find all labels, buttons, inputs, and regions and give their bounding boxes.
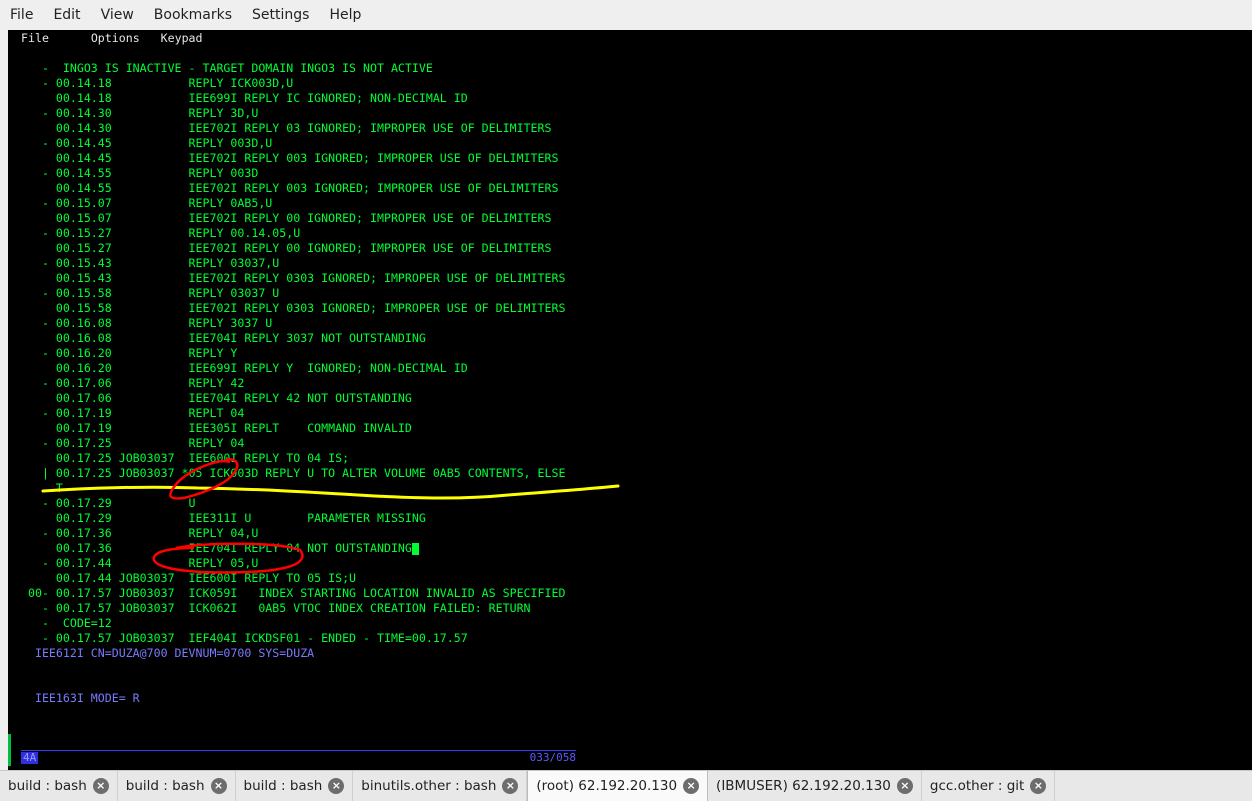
terminal-menu-file[interactable]: File: [21, 31, 49, 45]
terminal-line: - 00.17.29 U: [21, 496, 196, 510]
terminal-line: - 00.17.36 REPLY 04,U: [21, 526, 259, 540]
terminal-line: - 00.17.57 JOB03037 ICK062I 0AB5 VTOC IN…: [21, 601, 531, 615]
terminal-line: - INGO3 IS INACTIVE - TARGET DOMAIN INGO…: [21, 61, 433, 75]
terminal-line: - 00.14.45 REPLY 003D,U: [21, 136, 273, 150]
terminal-line: - 00.14.30 REPLY 3D,U: [21, 106, 259, 120]
close-tab-icon[interactable]: ×: [1030, 778, 1047, 794]
tab-label: build : bash: [125, 778, 205, 794]
terminal-tab[interactable]: binutils.other : bash ×: [353, 771, 528, 801]
menu-edit[interactable]: Edit: [43, 0, 90, 30]
oia-indicator: 4A: [21, 751, 39, 764]
terminal-tab[interactable]: (root) 62.192.20.130 ×: [527, 771, 709, 801]
tab-label: (IBMUSER) 62.192.20.130: [716, 778, 891, 794]
terminal-line: - 00.16.08 REPLY 3037 U: [21, 316, 273, 330]
tab-label: build : bash: [8, 778, 87, 794]
terminal-line: 00.14.55 IEE702I REPLY 003 IGNORED; IMPR…: [21, 181, 559, 195]
terminal-line: 00.14.45 IEE702I REPLY 003 IGNORED; IMPR…: [21, 151, 559, 165]
terminal-line: 00.17.25 JOB03037 IEE600I REPLY TO 04 IS…: [21, 451, 350, 465]
menu-view[interactable]: View: [91, 0, 144, 30]
menu-file[interactable]: File: [0, 0, 43, 30]
oia-cursor-position: 033/058: [529, 751, 576, 764]
terminal-menu: File Options Keypad: [21, 31, 203, 46]
close-tab-icon[interactable]: ×: [328, 778, 345, 794]
terminal-3270[interactable]: File Options Keypad IEE612I CN=DUZA@700 …: [8, 30, 1252, 770]
menu-bookmarks[interactable]: Bookmarks: [144, 0, 242, 30]
menu-help[interactable]: Help: [319, 0, 371, 30]
terminal-line: 00.14.18 IEE699I REPLY IC IGNORED; NON-D…: [21, 91, 468, 105]
terminal-line: - 00.15.27 REPLY 00.14.05,U: [21, 226, 301, 240]
terminal-line: 00.16.20 IEE699I REPLY Y IGNORED; NON-DE…: [21, 361, 468, 375]
menu-settings[interactable]: Settings: [242, 0, 319, 30]
terminal-line: 00.16.08 IEE704I REPLY 3037 NOT OUTSTAND…: [21, 331, 426, 345]
info-line-iee163i: IEE163I MODE= R: [21, 691, 140, 705]
terminal-line: 00.17.29 IEE311I U PARAMETER MISSING: [21, 511, 426, 525]
terminal-line: 00.15.27 IEE702I REPLY 00 IGNORED; IMPRO…: [21, 241, 552, 255]
close-tab-icon[interactable]: ×: [683, 778, 700, 794]
terminal-line: - 00.14.55 REPLY 003D: [21, 166, 259, 180]
close-tab-icon[interactable]: ×: [210, 778, 227, 794]
terminal-line: 00.15.43 IEE702I REPLY 0303 IGNORED; IMP…: [21, 271, 566, 285]
terminal-screen[interactable]: File Options Keypad IEE612I CN=DUZA@700 …: [21, 30, 1252, 770]
terminal-line: - 00.17.25 REPLY 04: [21, 436, 245, 450]
terminal-line: 00.17.06 IEE704I REPLY 42 NOT OUTSTANDIN…: [21, 391, 412, 405]
terminal-tab[interactable]: build : bash ×: [0, 771, 118, 801]
terminal-line: 00.15.07 IEE702I REPLY 00 IGNORED; IMPRO…: [21, 211, 552, 225]
terminal-line: - CODE=12: [21, 616, 112, 630]
tab-label: build : bash: [243, 778, 323, 794]
close-tab-icon[interactable]: ×: [92, 778, 109, 794]
terminal-line: 00- 00.17.57 JOB03037 ICK059I INDEX STAR…: [21, 586, 566, 600]
terminal-tab[interactable]: (IBMUSER) 62.192.20.130 ×: [708, 771, 922, 801]
terminal-tab[interactable]: gcc.other : git ×: [922, 771, 1056, 801]
terminal-line: 00.15.58 IEE702I REPLY 0303 IGNORED; IMP…: [21, 301, 566, 315]
terminal-line: 00.14.30 IEE702I REPLY 03 IGNORED; IMPRO…: [21, 121, 552, 135]
terminal-line: T: [21, 481, 63, 495]
terminal-line: - 00.17.57 JOB03037 IEF404I ICKDSF01 - E…: [21, 631, 468, 645]
terminal-line: - 00.15.43 REPLY 03037,U: [21, 256, 280, 270]
close-tab-icon[interactable]: ×: [896, 778, 913, 794]
terminal-tab[interactable]: build : bash ×: [236, 771, 354, 801]
scroll-marker: [8, 734, 11, 766]
menubar: File Edit View Bookmarks Settings Help: [0, 0, 1252, 30]
tab-label: binutils.other : bash: [361, 778, 497, 794]
terminal-line: - 00.16.20 REPLY Y: [21, 346, 238, 360]
terminal-line: - 00.15.07 REPLY 0AB5,U: [21, 196, 273, 210]
terminal-line: | 00.17.25 JOB03037 *05 ICK003D REPLY U …: [21, 466, 566, 480]
terminal-cursor: [411, 542, 419, 555]
terminal-line: 00.17.36 IEE704I REPLY 04 NOT OUTSTANDIN…: [21, 541, 419, 556]
terminal-line: - 00.15.58 REPLY 03037 U: [21, 286, 280, 300]
terminal-line: - 00.17.19 REPLT 04: [21, 406, 245, 420]
close-tab-icon[interactable]: ×: [502, 778, 519, 794]
tab-label: gcc.other : git: [929, 778, 1025, 794]
terminal-menu-keypad[interactable]: Keypad: [161, 31, 203, 45]
info-line-iee612i: IEE612I CN=DUZA@700 DEVNUM=0700 SYS=DUZA: [21, 646, 315, 660]
terminal-line: - 00.14.18 REPLY ICK003D,U: [21, 76, 294, 90]
terminal-line: 00.17.19 IEE305I REPLT COMMAND INVALID: [21, 421, 412, 435]
tab-label: (root) 62.192.20.130: [536, 778, 678, 794]
terminal-line: - 00.17.06 REPLY 42: [21, 376, 245, 390]
oia-status-line: 4A 033/058: [21, 750, 576, 764]
terminal-menu-options[interactable]: Options: [91, 31, 140, 45]
terminal-line: - 00.17.44 REPLY 05,U: [21, 556, 259, 570]
terminal-tab[interactable]: build : bash ×: [118, 771, 236, 801]
tab-bar: build : bash × build : bash × build : bash × b…: [0, 770, 1252, 801]
terminal-line: 00.17.44 JOB03037 IEE600I REPLY TO 05 IS…: [21, 571, 357, 585]
